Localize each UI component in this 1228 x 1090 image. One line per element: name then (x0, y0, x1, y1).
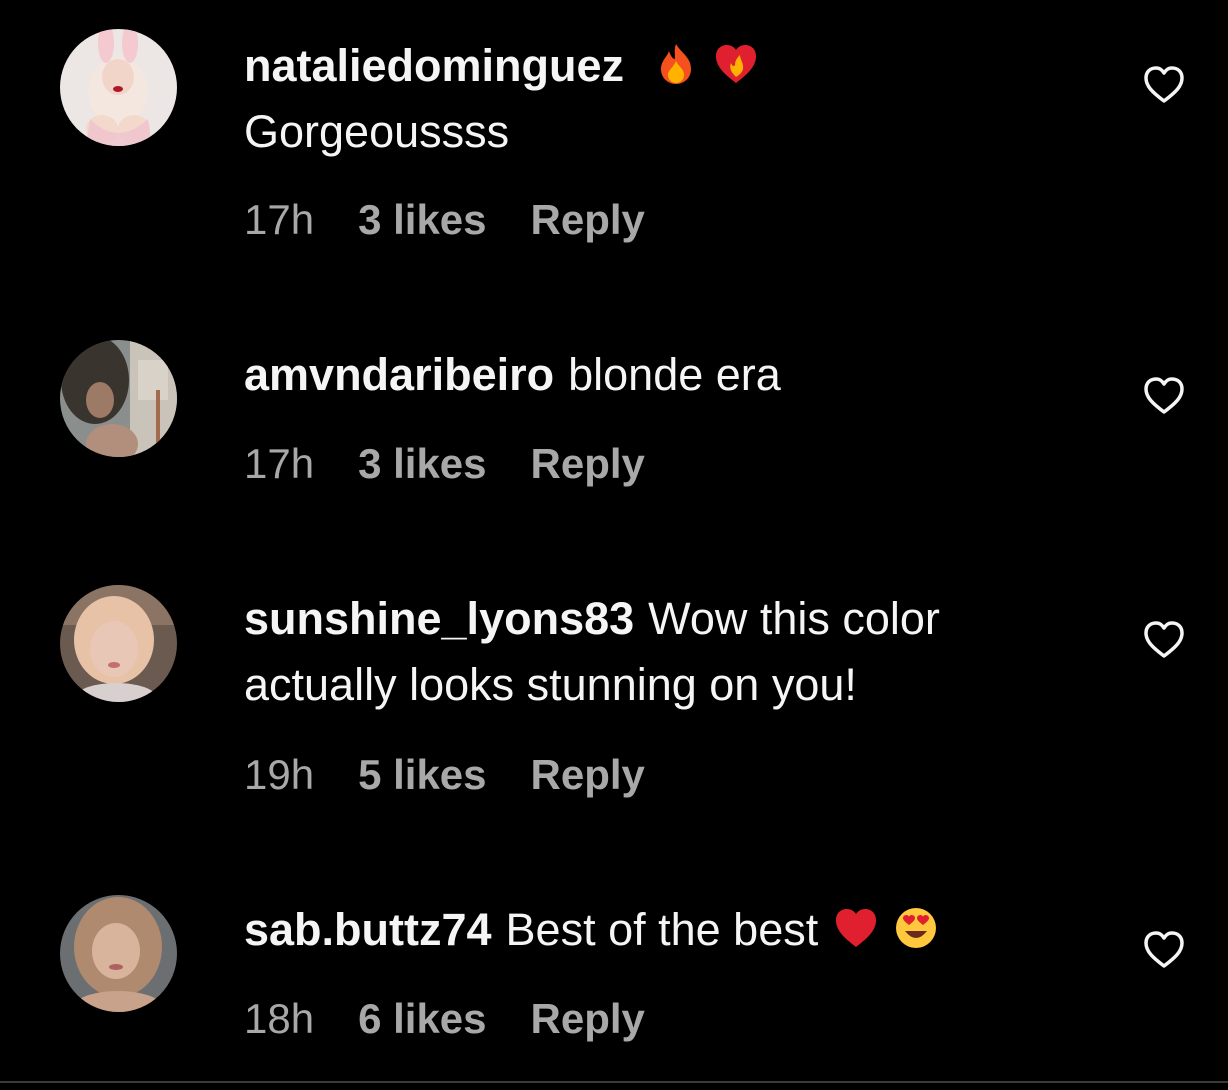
comment-likes[interactable]: 3 likes (358, 196, 486, 243)
comment-username[interactable]: nataliedominguez (244, 40, 624, 91)
heart-icon[interactable] (1141, 927, 1187, 973)
comment-text: sunshine_lyons83 Wow this color actually … (244, 586, 1104, 718)
comment-body: Gorgeoussss (244, 106, 510, 157)
red-heart-icon (835, 909, 876, 947)
comment-meta: 18h 6 likes Reply (244, 995, 689, 1043)
reply-button[interactable]: Reply (531, 751, 645, 798)
comment-meta: 19h 5 likes Reply (244, 751, 689, 799)
heart-icon[interactable] (1141, 373, 1187, 419)
comment-time: 17h (244, 196, 315, 243)
comment-username[interactable]: sab.buttz74 (244, 904, 492, 955)
reply-button[interactable]: Reply (531, 995, 645, 1042)
comment-body: blonde era (568, 349, 781, 400)
comment-meta: 17h 3 likes Reply (244, 196, 689, 244)
heart-icon[interactable] (1141, 617, 1187, 663)
comment-likes[interactable]: 6 likes (358, 995, 486, 1042)
reply-button[interactable]: Reply (531, 196, 645, 243)
comment-username[interactable]: amvndaribeiro (244, 349, 554, 400)
avatar[interactable] (60, 585, 177, 702)
divider (0, 1081, 1228, 1083)
comment-text: amvndaribeiro blonde era (244, 342, 1104, 408)
comment-username[interactable]: sunshine_lyons83 (244, 593, 634, 644)
heart-icon[interactable] (1141, 62, 1187, 108)
comment-text: nataliedominguez Gorgeoussss (244, 33, 1104, 165)
comment-time: 19h (244, 751, 315, 798)
heart-eyes-icon (896, 908, 937, 948)
reply-button[interactable]: Reply (531, 440, 645, 487)
comment-meta: 17h 3 likes Reply (244, 440, 689, 488)
avatar[interactable] (60, 895, 177, 1012)
comment-time: 17h (244, 440, 315, 487)
avatar[interactable] (60, 29, 177, 146)
avatar[interactable] (60, 340, 177, 457)
comment-likes[interactable]: 3 likes (358, 440, 486, 487)
comment-likes[interactable]: 5 likes (358, 751, 486, 798)
comment-body: Best of the best (505, 904, 819, 955)
fire-icon (660, 44, 691, 84)
comment-time: 18h (244, 995, 315, 1042)
heart-on-fire-icon (716, 45, 757, 83)
comment-text: sab.buttz74 Best of the best (244, 897, 1104, 963)
